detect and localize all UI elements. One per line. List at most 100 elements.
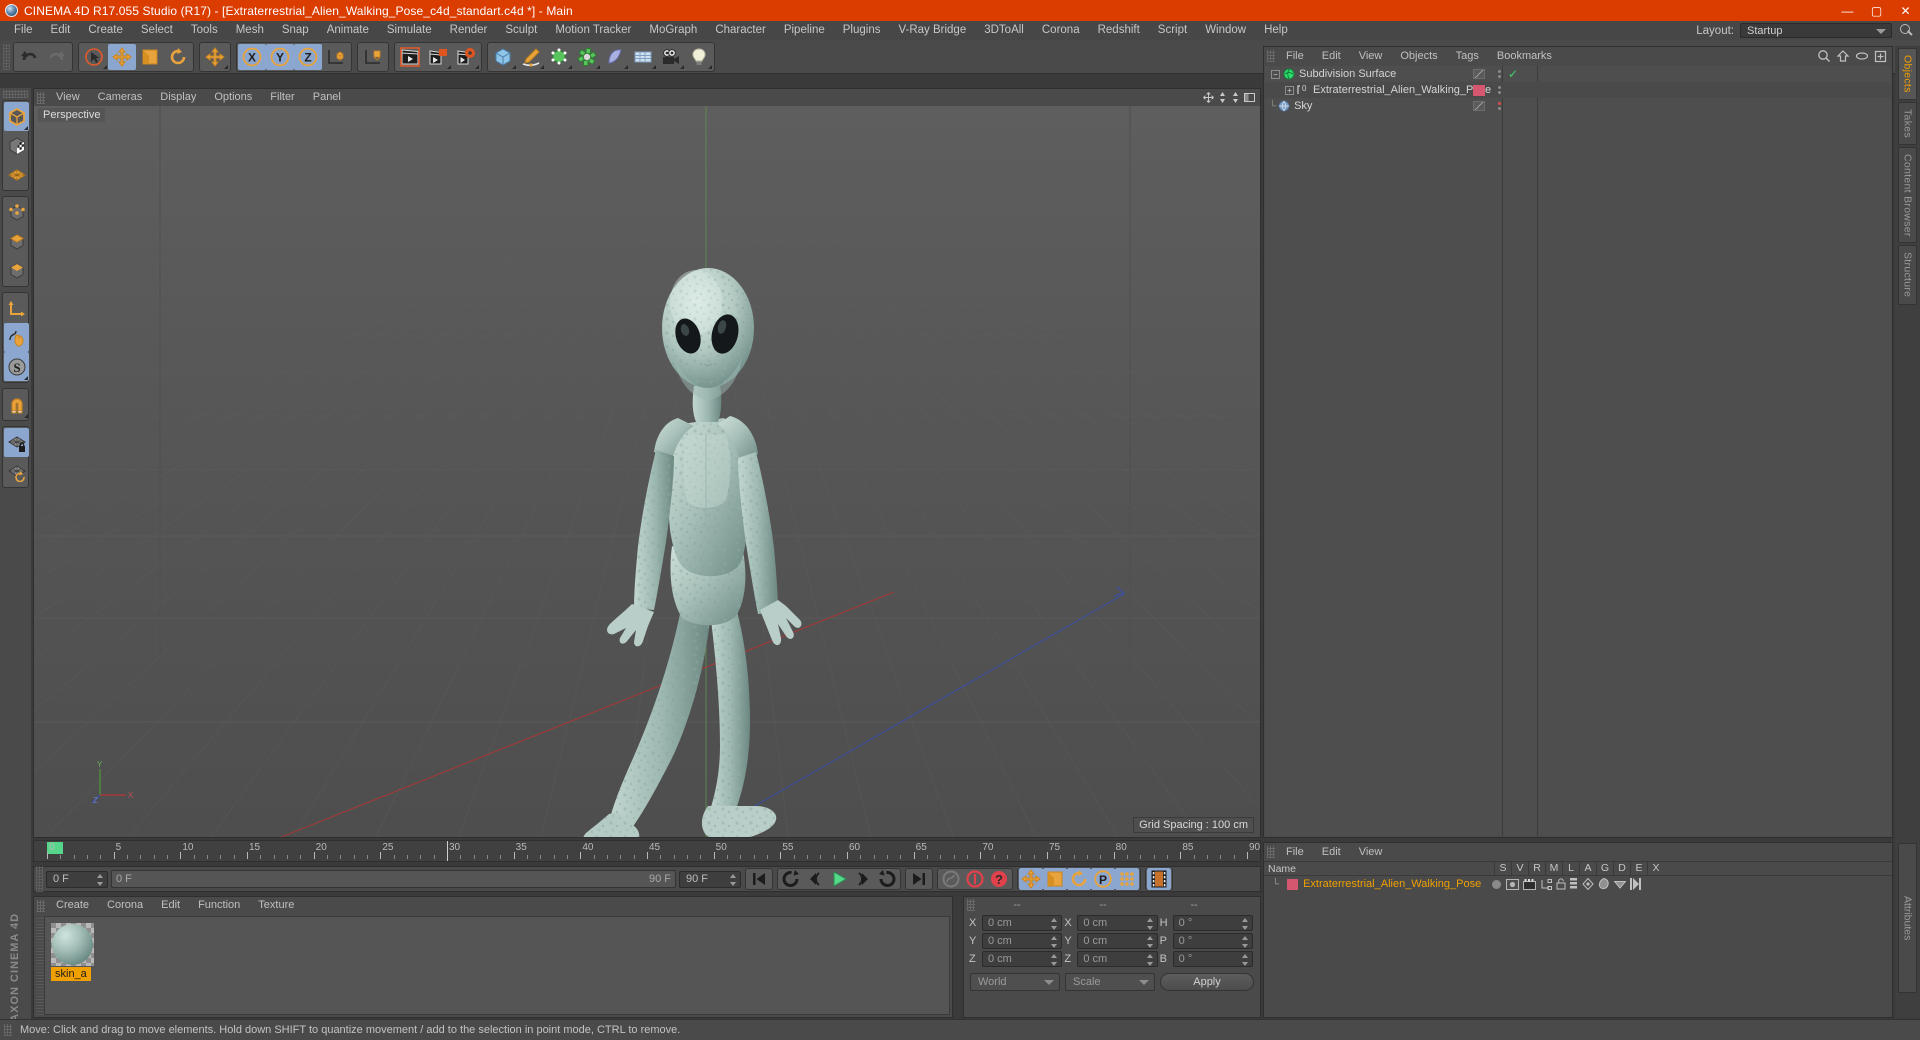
attributes-grip[interactable]: [1267, 846, 1275, 858]
expander-1[interactable]: +: [1285, 85, 1294, 95]
menu-item-mograph[interactable]: MoGraph: [640, 21, 706, 40]
menu-item-edit[interactable]: Edit: [42, 21, 80, 40]
object-axis-button[interactable]: [359, 44, 387, 70]
compositing-tag-icon[interactable]: [1582, 878, 1594, 890]
live-selection-button[interactable]: [80, 44, 108, 70]
material-list[interactable]: skin_a: [44, 916, 950, 1015]
step-back-button[interactable]: [803, 868, 827, 890]
object-tag-swatch-1[interactable]: [1473, 84, 1485, 96]
coord-size-spinner-1[interactable]: [1146, 935, 1154, 948]
viewport-menu-grip[interactable]: [37, 91, 45, 104]
current-frame-field[interactable]: 0 F: [46, 870, 108, 888]
attributes-column-x[interactable]: X: [1647, 861, 1664, 876]
right-tab-content-browser[interactable]: Content Browser: [1898, 146, 1917, 244]
search-icon[interactable]: [1817, 49, 1831, 63]
menu-item-motion-tracker[interactable]: Motion Tracker: [546, 21, 640, 40]
attributes-column-l[interactable]: L: [1562, 861, 1579, 876]
material-menu-create[interactable]: Create: [47, 897, 98, 914]
material-menu-corona[interactable]: Corona: [98, 897, 152, 914]
menu-item-file[interactable]: File: [5, 21, 42, 40]
coord-position-spinner-2[interactable]: [1051, 953, 1058, 966]
object-dot-column-0[interactable]: [1495, 70, 1503, 78]
list-tag-icon[interactable]: [1570, 878, 1578, 890]
polygons-mode-button[interactable]: [4, 256, 29, 285]
render-view-button[interactable]: [396, 44, 424, 70]
workplane-mode-button[interactable]: [4, 160, 29, 189]
attributes-column-d[interactable]: D: [1613, 861, 1630, 876]
attributes-menu-edit[interactable]: Edit: [1313, 843, 1350, 861]
object-menu-view[interactable]: View: [1350, 47, 1392, 65]
end-frame-field[interactable]: 90 F: [679, 870, 741, 888]
scale-tool-button[interactable]: [136, 44, 164, 70]
previous-keyframe-button[interactable]: [779, 868, 803, 890]
hierarchy-tag-icon[interactable]: [1540, 878, 1553, 890]
object-menu-tags[interactable]: Tags: [1447, 47, 1488, 65]
object-axis-mode-button[interactable]: [4, 294, 29, 323]
menu-item-simulate[interactable]: Simulate: [378, 21, 441, 40]
menu-item-help[interactable]: Help: [1255, 21, 1297, 40]
timeline-playhead[interactable]: [447, 841, 448, 861]
material-menu-texture[interactable]: Texture: [249, 897, 303, 914]
maximize-view-icon[interactable]: [1243, 91, 1256, 104]
end-frame-spinner[interactable]: [730, 873, 737, 886]
menu-item-plugins[interactable]: Plugins: [834, 21, 890, 40]
coord-rotation-spinner-2[interactable]: [1241, 953, 1249, 966]
menu-item-animate[interactable]: Animate: [318, 21, 378, 40]
add-camera-button[interactable]: [657, 44, 685, 70]
coord-size-spinner-2[interactable]: [1146, 953, 1154, 966]
attributes-column-s[interactable]: S: [1494, 861, 1511, 876]
texture-mode-button[interactable]: [4, 131, 29, 160]
move-tool-button[interactable]: [108, 43, 136, 70]
viewport-menu-cameras[interactable]: Cameras: [89, 89, 152, 106]
viewport-solo-button[interactable]: S: [4, 352, 29, 381]
goto-start-button[interactable]: [747, 868, 771, 890]
attributes-column-g[interactable]: G: [1596, 861, 1613, 876]
menu-item-script[interactable]: Script: [1149, 21, 1196, 40]
timeline-ruler[interactable]: 0 5 10 15 20 25 30 35 40 45 50 55 60 65 70 75 80 85 90: [33, 840, 1261, 862]
record-position-button[interactable]: [1019, 868, 1043, 890]
object-enabled-check-0[interactable]: ✓: [1508, 68, 1518, 80]
object-row-2[interactable]: └ Sky: [1265, 98, 1891, 114]
lock-z-axis-button[interactable]: Z: [294, 43, 322, 70]
attributes-row[interactable]: └ Extraterrestrial_Alien_Walking_Pose: [1264, 876, 1892, 892]
object-menu-bookmarks[interactable]: Bookmarks: [1488, 47, 1561, 65]
edges-mode-button[interactable]: [4, 227, 29, 256]
viewport-menu-view[interactable]: View: [47, 89, 89, 106]
sphere-tag-icon[interactable]: [1491, 879, 1502, 890]
minimize-button[interactable]: —: [1833, 0, 1862, 21]
object-visibility-dots-0[interactable]: [1473, 69, 1485, 79]
material-menu-grip[interactable]: [37, 899, 45, 912]
menu-item-snap[interactable]: Snap: [273, 21, 318, 40]
right-tab-objects[interactable]: Objects: [1898, 48, 1917, 100]
viewport-canvas[interactable]: Perspective Y X Z Grid Spacing: 100 cm: [34, 106, 1260, 837]
add-deformer-button[interactable]: [573, 44, 601, 70]
object-manager-grip[interactable]: [1267, 50, 1275, 62]
material-thumbnail[interactable]: [51, 923, 94, 966]
selection-tag-icon[interactable]: [1614, 880, 1627, 889]
viewport-menu-filter[interactable]: Filter: [261, 89, 303, 106]
coord-size-input-1[interactable]: 0 cm: [1077, 932, 1158, 949]
record-rotation-button[interactable]: [1067, 868, 1091, 890]
coord-rotation-input-2[interactable]: 0 °: [1172, 950, 1253, 967]
menu-item-create[interactable]: Create: [79, 21, 132, 40]
protection-tag-icon[interactable]: [1556, 878, 1566, 890]
timeline-scrollbar[interactable]: 0 F 90 F: [111, 870, 676, 888]
material-menu-edit[interactable]: Edit: [152, 897, 189, 914]
close-button[interactable]: ✕: [1891, 0, 1920, 21]
object-dot-column-1[interactable]: [1495, 86, 1503, 94]
rotate-tool-button[interactable]: [164, 44, 192, 70]
add-cube-button[interactable]: [489, 44, 517, 70]
object-tree[interactable]: − Subdivision Surface ✓ +0 Extraterrestrial_…: [1265, 66, 1891, 836]
add-spline-button[interactable]: [517, 44, 545, 70]
coord-rotation-spinner-1[interactable]: [1241, 935, 1249, 948]
pan-view-icon[interactable]: [1202, 91, 1215, 104]
texture-tag-icon[interactable]: [1523, 878, 1537, 890]
display-tag-icon[interactable]: [1506, 878, 1520, 890]
menu-item-pipeline[interactable]: Pipeline: [775, 21, 834, 40]
record-pla-button[interactable]: [1115, 868, 1139, 890]
coord-rotation-input-0[interactable]: 0 °: [1172, 914, 1253, 931]
lock-workplane-button[interactable]: [4, 428, 29, 457]
timeline-filmstrip-button[interactable]: [1147, 868, 1171, 890]
enable-snapping-button[interactable]: [4, 323, 29, 352]
object-menu-objects[interactable]: Objects: [1391, 47, 1446, 65]
